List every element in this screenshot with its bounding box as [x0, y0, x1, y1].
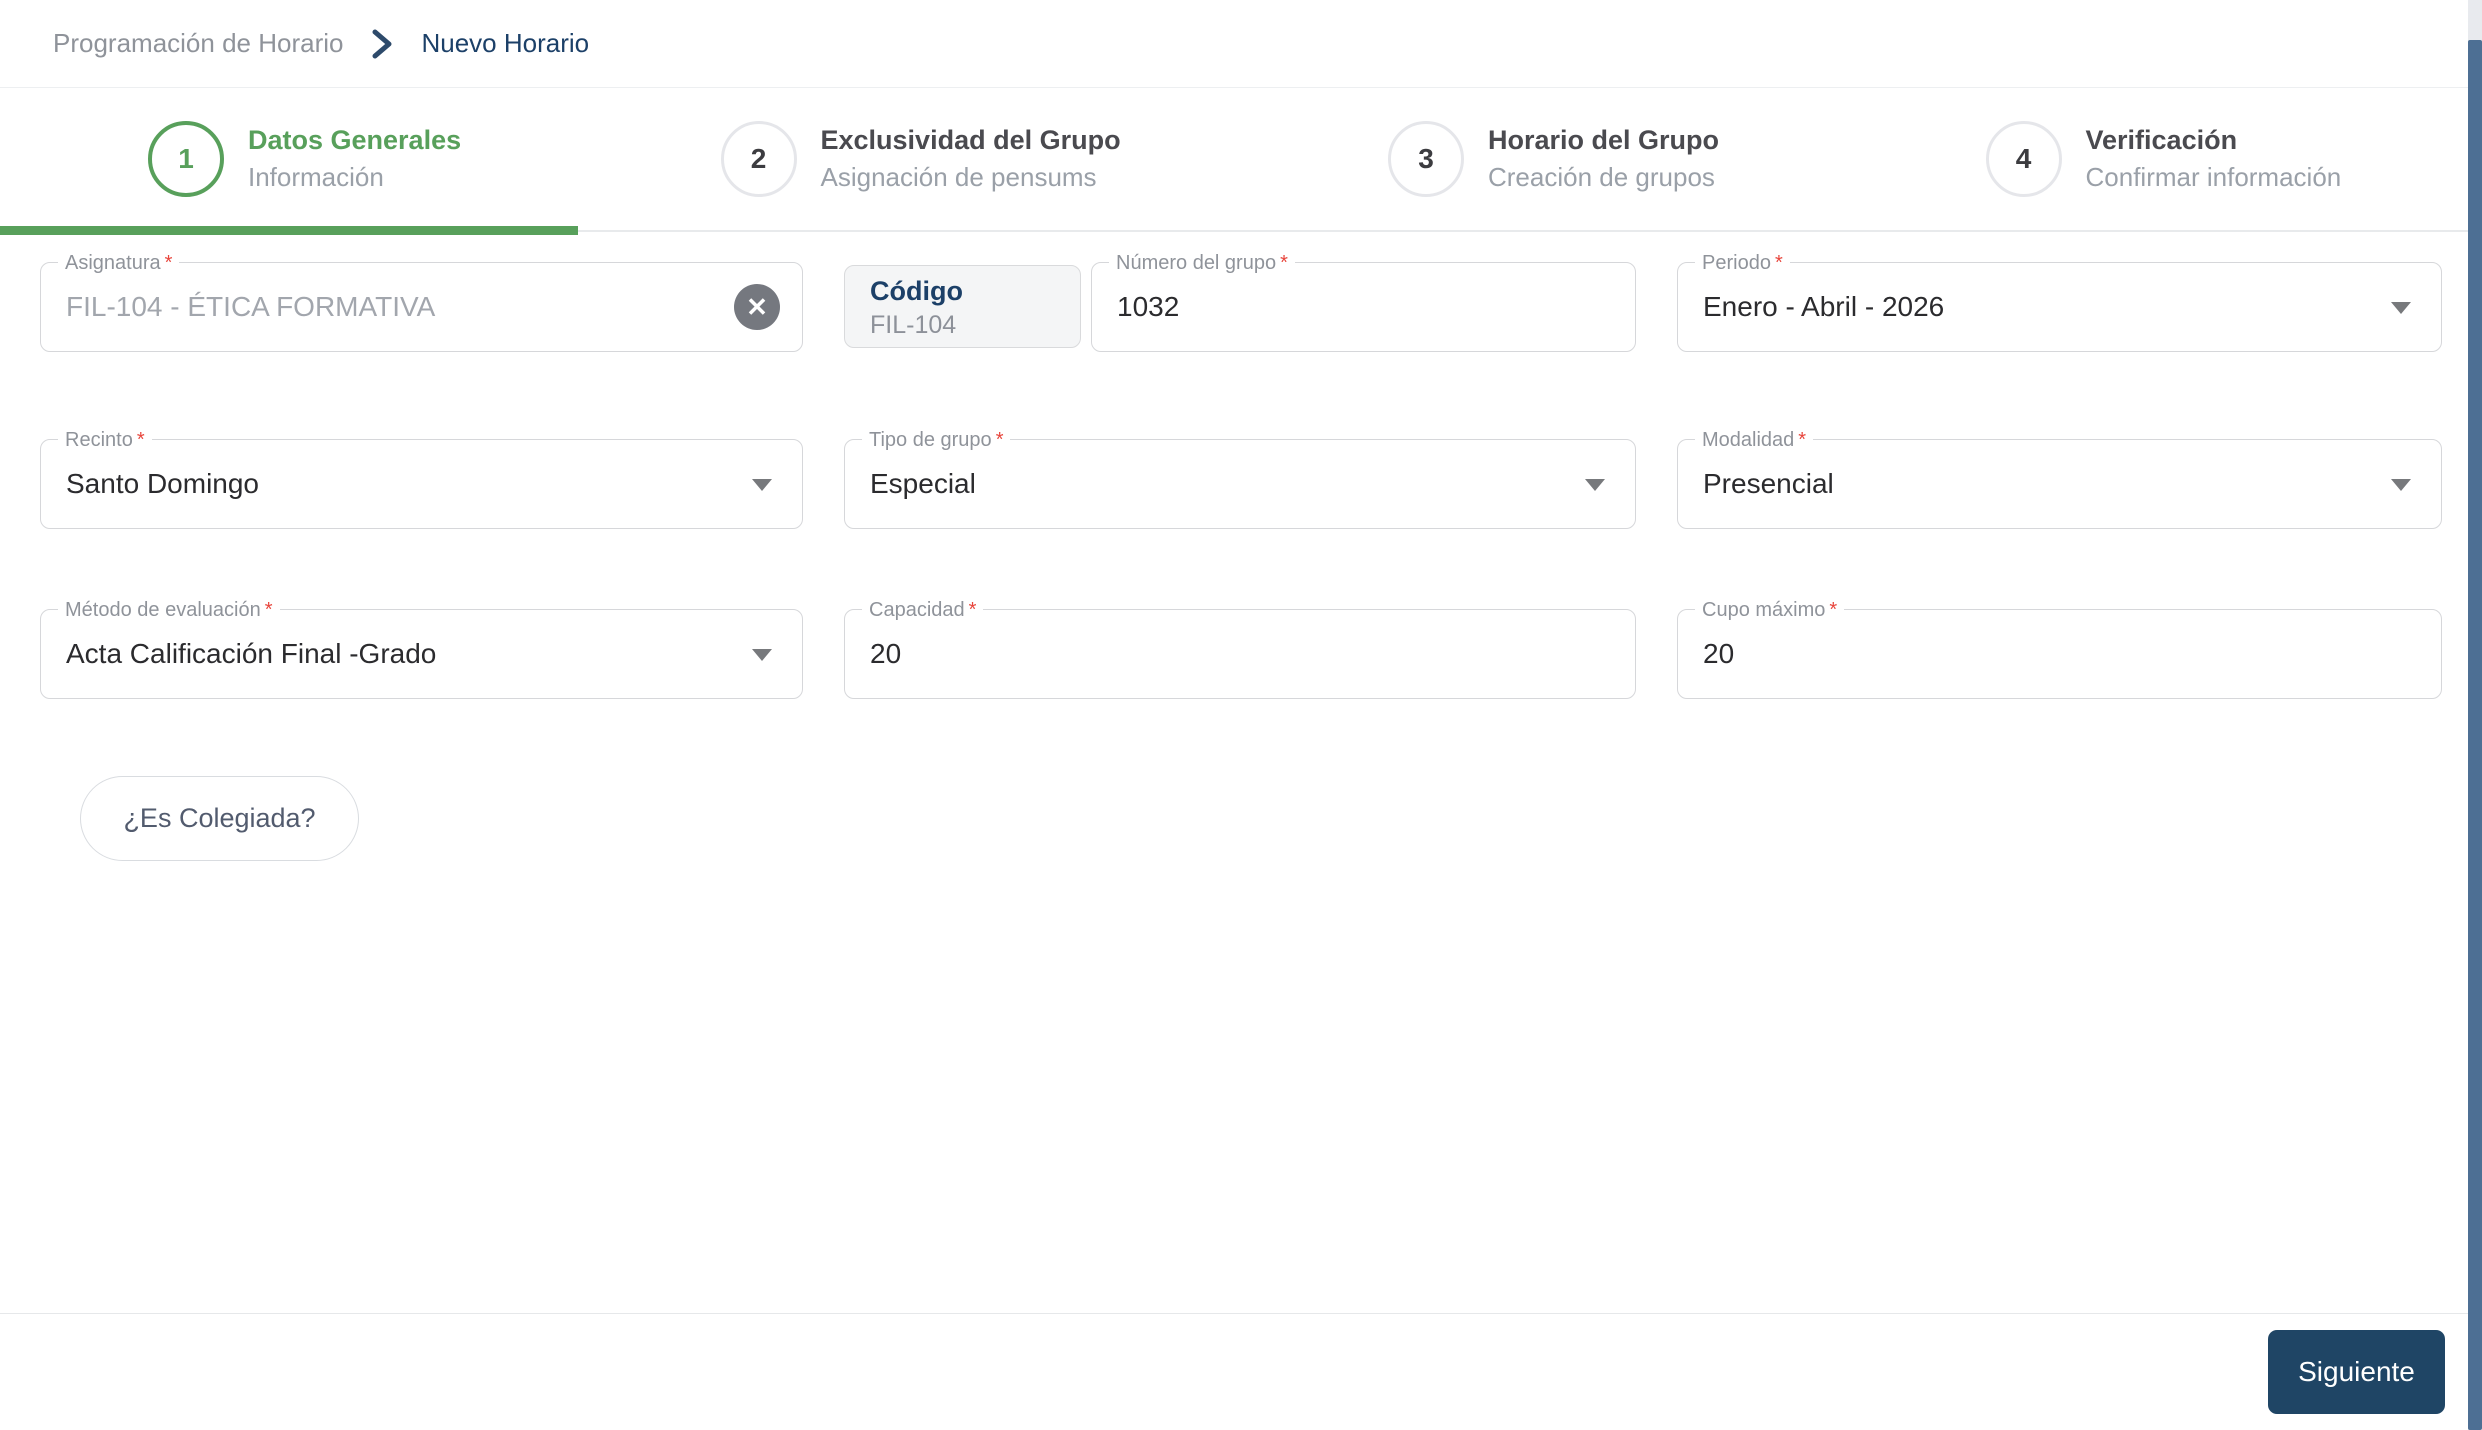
- step-verificacion[interactable]: 4 Verificación Confirmar información: [1862, 88, 2482, 230]
- required-asterisk: *: [164, 252, 173, 274]
- breadcrumb: Programación de Horario Nuevo Horario: [0, 0, 2482, 88]
- cupo-maximo-field[interactable]: Cupo máximo *: [1677, 598, 2442, 699]
- cupo-maximo-label: Cupo máximo *: [1695, 598, 1845, 622]
- metodo-evaluacion-value: Acta Calificación Final -Grado: [66, 638, 437, 669]
- capacidad-input[interactable]: [845, 638, 1635, 670]
- required-asterisk: *: [136, 429, 145, 451]
- step-horario-grupo[interactable]: 3 Horario del Grupo Creación de grupos: [1241, 88, 1862, 230]
- codigo-readonly-box: Código FIL-104: [844, 265, 1081, 348]
- codigo-value: FIL-104: [870, 311, 957, 339]
- recinto-value: Santo Domingo: [66, 468, 260, 499]
- clear-asignatura-icon[interactable]: ✕: [734, 284, 780, 330]
- numero-grupo-input[interactable]: [1092, 291, 1635, 323]
- stepper: 1 Datos Generales Información 2 Exclusiv…: [0, 88, 2482, 235]
- tipo-grupo-select[interactable]: Tipo de grupo * Especial: [844, 428, 1636, 529]
- chevron-down-icon: [2391, 479, 2411, 491]
- periodo-value: Enero - Abril - 2026: [1703, 291, 1945, 322]
- step-4-title: Verificación: [2085, 125, 2238, 155]
- required-asterisk: *: [1280, 252, 1288, 274]
- recinto-label: Recinto *: [58, 428, 152, 452]
- metodo-evaluacion-select[interactable]: Método de evaluación * Acta Calificación …: [40, 598, 803, 699]
- metodo-evaluacion-label: Método de evaluación *: [58, 598, 280, 622]
- step-4-circle: 4: [1985, 121, 2062, 197]
- required-asterisk: *: [995, 429, 1004, 451]
- required-asterisk: *: [1774, 252, 1783, 274]
- step-1-circle: 1: [148, 121, 224, 197]
- step-1-subtitle: Información: [248, 162, 384, 192]
- siguiente-button[interactable]: Siguiente: [2268, 1330, 2445, 1414]
- form-datos-generales: Asignatura* ✕ Código FIL-104 Número del …: [0, 232, 2482, 861]
- step-datos-generales[interactable]: 1 Datos Generales Información: [0, 88, 621, 230]
- codigo-label: Código: [870, 276, 963, 306]
- step-3-circle: 3: [1388, 121, 1464, 197]
- es-colegiada-button[interactable]: ¿Es Colegiada?: [80, 776, 359, 861]
- periodo-label: Periodo *: [1695, 251, 1790, 275]
- step-exclusividad-grupo[interactable]: 2 Exclusividad del Grupo Asignación de p…: [621, 88, 1242, 230]
- active-step-progress-bar: [0, 226, 578, 235]
- required-asterisk: *: [264, 599, 273, 621]
- required-asterisk: *: [968, 599, 977, 621]
- chevron-right-icon: [369, 29, 395, 59]
- required-asterisk: *: [1829, 599, 1838, 621]
- step-4-subtitle: Confirmar información: [2085, 162, 2342, 192]
- step-2-circle: 2: [720, 121, 797, 197]
- scrollbar-thumb[interactable]: [2468, 40, 2482, 1430]
- asignatura-field[interactable]: Asignatura* ✕: [40, 251, 803, 352]
- chevron-down-icon: [2391, 302, 2411, 314]
- modalidad-select[interactable]: Modalidad * Presencial: [1677, 428, 2442, 529]
- numero-grupo-field[interactable]: Número del grupo *: [1091, 251, 1636, 352]
- step-2-subtitle: Asignación de pensums: [820, 162, 1097, 192]
- chevron-down-icon: [752, 649, 772, 661]
- asignatura-label: Asignatura *: [58, 251, 180, 275]
- chevron-down-icon: [752, 479, 772, 491]
- recinto-select[interactable]: Recinto * Santo Domingo: [40, 428, 803, 529]
- required-asterisk: *: [1798, 429, 1807, 451]
- footer-bar: Siguiente: [0, 1313, 2482, 1430]
- step-1-title: Datos Generales: [248, 125, 462, 155]
- asignatura-input[interactable]: [41, 291, 802, 323]
- tipo-grupo-label: Tipo de grupo *: [862, 428, 1011, 452]
- vertical-scrollbar: [2468, 0, 2482, 1430]
- capacidad-label: Capacidad *: [862, 598, 984, 622]
- step-2-title: Exclusividad del Grupo: [820, 125, 1121, 155]
- chevron-down-icon: [1585, 479, 1605, 491]
- numero-grupo-label: Número del grupo *: [1109, 251, 1295, 275]
- step-3-title: Horario del Grupo: [1488, 125, 1720, 155]
- breadcrumb-parent-link[interactable]: Programación de Horario: [53, 28, 343, 59]
- tipo-grupo-value: Especial: [870, 468, 976, 499]
- cupo-maximo-input[interactable]: [1678, 638, 2441, 670]
- breadcrumb-current: Nuevo Horario: [421, 28, 590, 58]
- capacidad-field[interactable]: Capacidad *: [844, 598, 1636, 699]
- modalidad-label: Modalidad *: [1695, 428, 1814, 452]
- step-3-subtitle: Creación de grupos: [1488, 162, 1715, 192]
- modalidad-value: Presencial: [1703, 468, 1834, 499]
- periodo-select[interactable]: Periodo * Enero - Abril - 2026: [1677, 251, 2442, 352]
